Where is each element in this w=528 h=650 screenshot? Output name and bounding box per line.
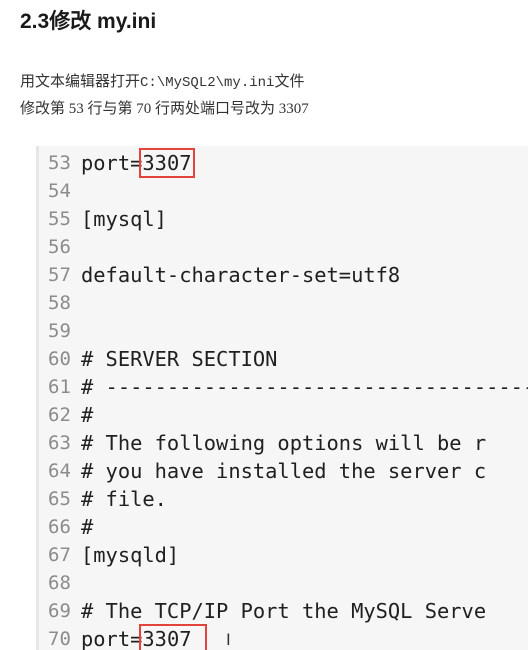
code-text: port=3307 xyxy=(81,624,207,650)
section-heading: 2.3修改 my.ini xyxy=(20,10,157,33)
code-line: 68 xyxy=(39,569,528,597)
instruction-open-file: 用文本编辑器打开C:\MySQL2\my.ini文件 xyxy=(20,71,304,94)
code-text: port=3307 xyxy=(81,148,195,178)
code-line: 64 # you have installed the server c xyxy=(39,457,528,485)
code-text-segment: default-character-set=utf8 xyxy=(81,263,401,287)
code-line: 61 # ------------------------------------… xyxy=(39,373,528,401)
code-text: # file. xyxy=(81,488,167,510)
line-number: 56 xyxy=(48,236,71,258)
code-text-segment: [mysqld] xyxy=(81,543,180,567)
code-line: 59 xyxy=(39,317,528,345)
instruction-open-file-after: 文件 xyxy=(274,74,305,90)
code-text-segment: # you have installed the server c xyxy=(81,459,487,483)
code-line: 55 [mysql] xyxy=(39,205,528,233)
text-cursor-icon: Ⅰ xyxy=(226,630,231,649)
line-number: 53 xyxy=(48,152,71,174)
code-line: 66 # xyxy=(39,513,528,541)
line-number: 65 xyxy=(48,488,71,510)
config-file-path: C:\MySQL2\my.ini xyxy=(140,75,275,91)
code-text: # --------------------------------------… xyxy=(81,376,528,398)
code-text: # The following options will be r xyxy=(81,432,486,454)
code-text-segment: # The TCP/IP Port the MySQL Serve xyxy=(81,599,487,623)
line-number: 70 xyxy=(48,628,71,650)
line-number: 60 xyxy=(48,348,71,370)
line-number: 68 xyxy=(48,572,71,594)
code-text-segment: [mysql] xyxy=(81,207,167,231)
code-line: 57 default-character-set=utf8 xyxy=(39,261,528,289)
line-number: 64 xyxy=(48,460,71,482)
code-line: 69 # The TCP/IP Port the MySQL Serve xyxy=(39,597,528,625)
code-line: 70 port=3307 xyxy=(39,624,528,650)
line-number: 61 xyxy=(48,376,71,398)
code-text: [mysqld] xyxy=(81,544,179,566)
code-text: # SERVER SECTION xyxy=(81,348,277,370)
port-value-highlight: 3307 xyxy=(139,624,207,650)
code-line: 58 xyxy=(39,289,528,317)
line-number: 59 xyxy=(48,320,71,342)
line-number: 55 xyxy=(48,208,71,230)
line-number: 58 xyxy=(48,292,71,314)
code-text-segment: # The following options will be r xyxy=(81,431,487,455)
code-text: # xyxy=(81,516,93,538)
code-text: # xyxy=(81,404,93,426)
code-text: # you have installed the server c xyxy=(81,460,486,482)
code-text-segment: port= xyxy=(81,627,143,650)
code-text-segment: # file. xyxy=(81,487,167,511)
line-number: 62 xyxy=(48,404,71,426)
code-line: 56 xyxy=(39,233,528,261)
line-number: 69 xyxy=(48,600,71,622)
code-text-segment: port= xyxy=(81,151,143,175)
line-number: 63 xyxy=(48,432,71,454)
code-text-segment: # SERVER SECTION xyxy=(81,347,278,371)
code-line: 62 # xyxy=(39,401,528,429)
code-text: # The TCP/IP Port the MySQL Serve xyxy=(81,600,486,622)
code-text-segment: # xyxy=(81,515,94,539)
code-text: [mysql] xyxy=(81,208,167,230)
code-text-segment: # xyxy=(81,403,94,427)
code-line: 53 port=3307 xyxy=(39,148,528,178)
code-line: 63 # The following options will be r xyxy=(39,429,528,457)
code-line: 67 [mysqld] xyxy=(39,541,528,569)
instruction-change-port: 修改第 53 行与第 70 行两处端口号改为 3307 xyxy=(20,101,309,117)
line-number: 66 xyxy=(48,516,71,538)
code-screenshot: 53 port=3307 54 55 [mysql] 56 57 default-charac… xyxy=(36,146,528,650)
code-line: 65 # file. xyxy=(39,485,528,513)
code-line: 54 xyxy=(39,177,528,205)
code-line: 60 # SERVER SECTION xyxy=(39,345,528,373)
port-value-highlight: 3307 xyxy=(139,148,195,178)
code-text-segment: # --------------------------------------… xyxy=(81,375,528,399)
line-number: 57 xyxy=(48,264,71,286)
line-number: 67 xyxy=(48,544,71,566)
line-number: 54 xyxy=(48,180,71,202)
code-text: default-character-set=utf8 xyxy=(81,264,400,286)
instruction-open-file-before: 用文本编辑器打开 xyxy=(20,74,141,90)
